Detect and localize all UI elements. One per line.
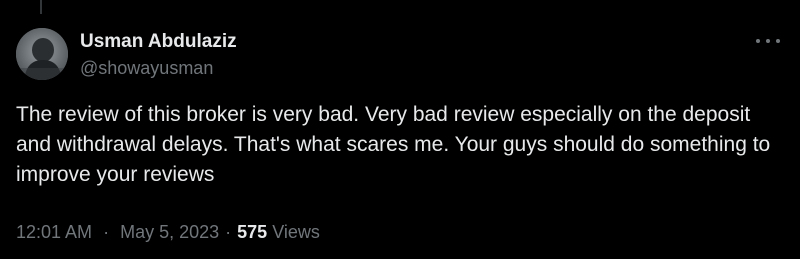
tweet-meta: 12:01 AM · May 5, 2023 · 575 Views xyxy=(16,220,320,244)
avatar-image xyxy=(16,28,68,80)
meta-separator: · xyxy=(103,222,110,242)
views-count: 575 xyxy=(237,222,268,242)
more-dot xyxy=(756,39,760,43)
tweet-text: The review of this broker is very bad. V… xyxy=(16,103,771,186)
views-label: Views xyxy=(272,222,320,242)
tweet-date: May 5, 2023 xyxy=(120,222,220,242)
tweet-header: Usman Abdulaziz @showayusman xyxy=(16,28,237,80)
views-link[interactable]: 575 Views xyxy=(237,220,320,244)
tweet-time: 12:01 AM xyxy=(16,222,93,242)
more-options-icon[interactable] xyxy=(756,34,780,48)
meta-separator: · xyxy=(225,222,232,242)
author-handle[interactable]: @showayusman xyxy=(80,56,237,80)
avatar[interactable] xyxy=(16,28,68,80)
more-dot xyxy=(766,39,770,43)
tweet-timestamp-link[interactable]: 12:01 AM · May 5, 2023 xyxy=(16,220,219,244)
more-dot xyxy=(776,39,780,43)
author-names: Usman Abdulaziz @showayusman xyxy=(80,30,237,80)
tweet: Usman Abdulaziz @showayusman The review … xyxy=(0,0,800,259)
author-display-name[interactable]: Usman Abdulaziz xyxy=(80,30,237,54)
